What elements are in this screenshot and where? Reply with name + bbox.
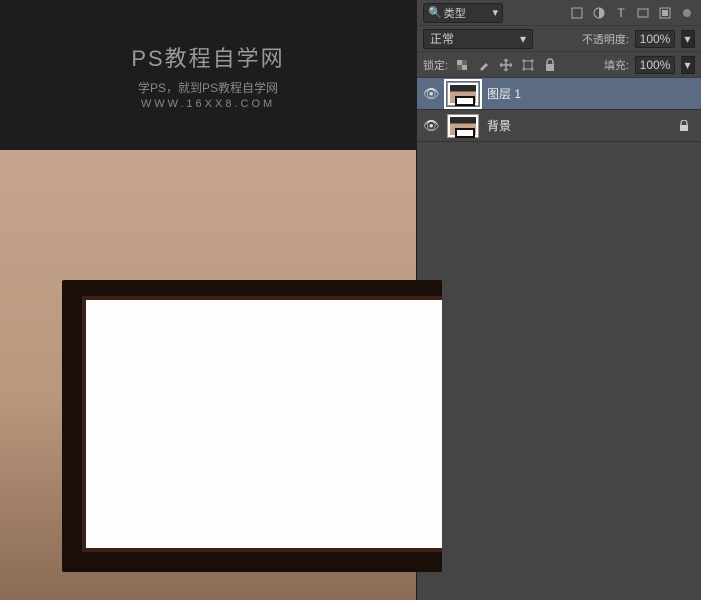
layer-item[interactable]: 👁 背景 [417, 110, 701, 142]
layer-name[interactable]: 图层 1 [487, 85, 521, 102]
opacity-stepper[interactable]: ▾ [681, 30, 695, 48]
opacity-value[interactable]: 100% [635, 30, 675, 48]
watermark-area: PS教程自学网 学PS，就到PS教程自学网 WWW.16XX8.COM [0, 0, 416, 150]
visibility-icon[interactable]: 👁 [423, 118, 439, 134]
lock-row: 锁定: 填充: 100% ▾ [417, 52, 701, 78]
layers-list: 👁 图层 1 👁 背景 [417, 78, 701, 600]
watermark-sub2: WWW.16XX8.COM [141, 98, 275, 110]
photo-background [0, 150, 416, 600]
blend-mode-value: 正常 [430, 30, 454, 47]
lock-artboard-icon[interactable] [520, 57, 536, 73]
picture-frame [62, 280, 442, 572]
blend-mode-dropdown[interactable]: 正常 ▾ [423, 29, 533, 49]
filter-shape-icon[interactable] [635, 5, 651, 21]
chevron-down-icon: ▾ [520, 32, 526, 46]
layer-thumbnail[interactable] [447, 82, 479, 106]
layer-thumbnail[interactable] [447, 114, 479, 138]
blend-row: 正常 ▾ 不透明度: 100% ▾ [417, 26, 701, 52]
lock-label: 锁定: [423, 57, 448, 73]
fill-label: 填充: [604, 57, 629, 73]
filter-text-icon[interactable]: T [613, 5, 629, 21]
filter-toggle-icon[interactable] [679, 5, 695, 21]
watermark-title: PS教程自学网 [131, 41, 284, 73]
layers-panel: 🔍 类型 ▾ T 正常 ▾ 不透明度: 100% ▾ 锁定: 填充: 100% … [416, 0, 701, 600]
filter-type-dropdown[interactable]: 🔍 类型 ▾ [423, 3, 503, 23]
lock-pixels-icon[interactable] [476, 57, 492, 73]
watermark-sub1: 学PS，就到PS教程自学网 [138, 79, 278, 96]
opacity-label: 不透明度: [582, 31, 629, 47]
filter-row: 🔍 类型 ▾ T [417, 0, 701, 26]
canvas-area: PS教程自学网 学PS，就到PS教程自学网 WWW.16XX8.COM [0, 0, 416, 600]
lock-transparency-icon[interactable] [454, 57, 470, 73]
lock-position-icon[interactable] [498, 57, 514, 73]
layer-item[interactable]: 👁 图层 1 [417, 78, 701, 110]
filter-label: 类型 [444, 5, 466, 21]
lock-all-icon[interactable] [542, 57, 558, 73]
fill-value[interactable]: 100% [635, 56, 675, 74]
filter-adjustment-icon[interactable] [591, 5, 607, 21]
filter-pixel-icon[interactable] [569, 5, 585, 21]
search-icon: 🔍 [428, 6, 442, 19]
fill-stepper[interactable]: ▾ [681, 56, 695, 74]
filter-smartobject-icon[interactable] [657, 5, 673, 21]
layer-name[interactable]: 背景 [487, 117, 511, 134]
visibility-icon[interactable]: 👁 [423, 86, 439, 102]
lock-icon [679, 120, 689, 132]
chevron-down-icon: ▾ [492, 6, 498, 19]
